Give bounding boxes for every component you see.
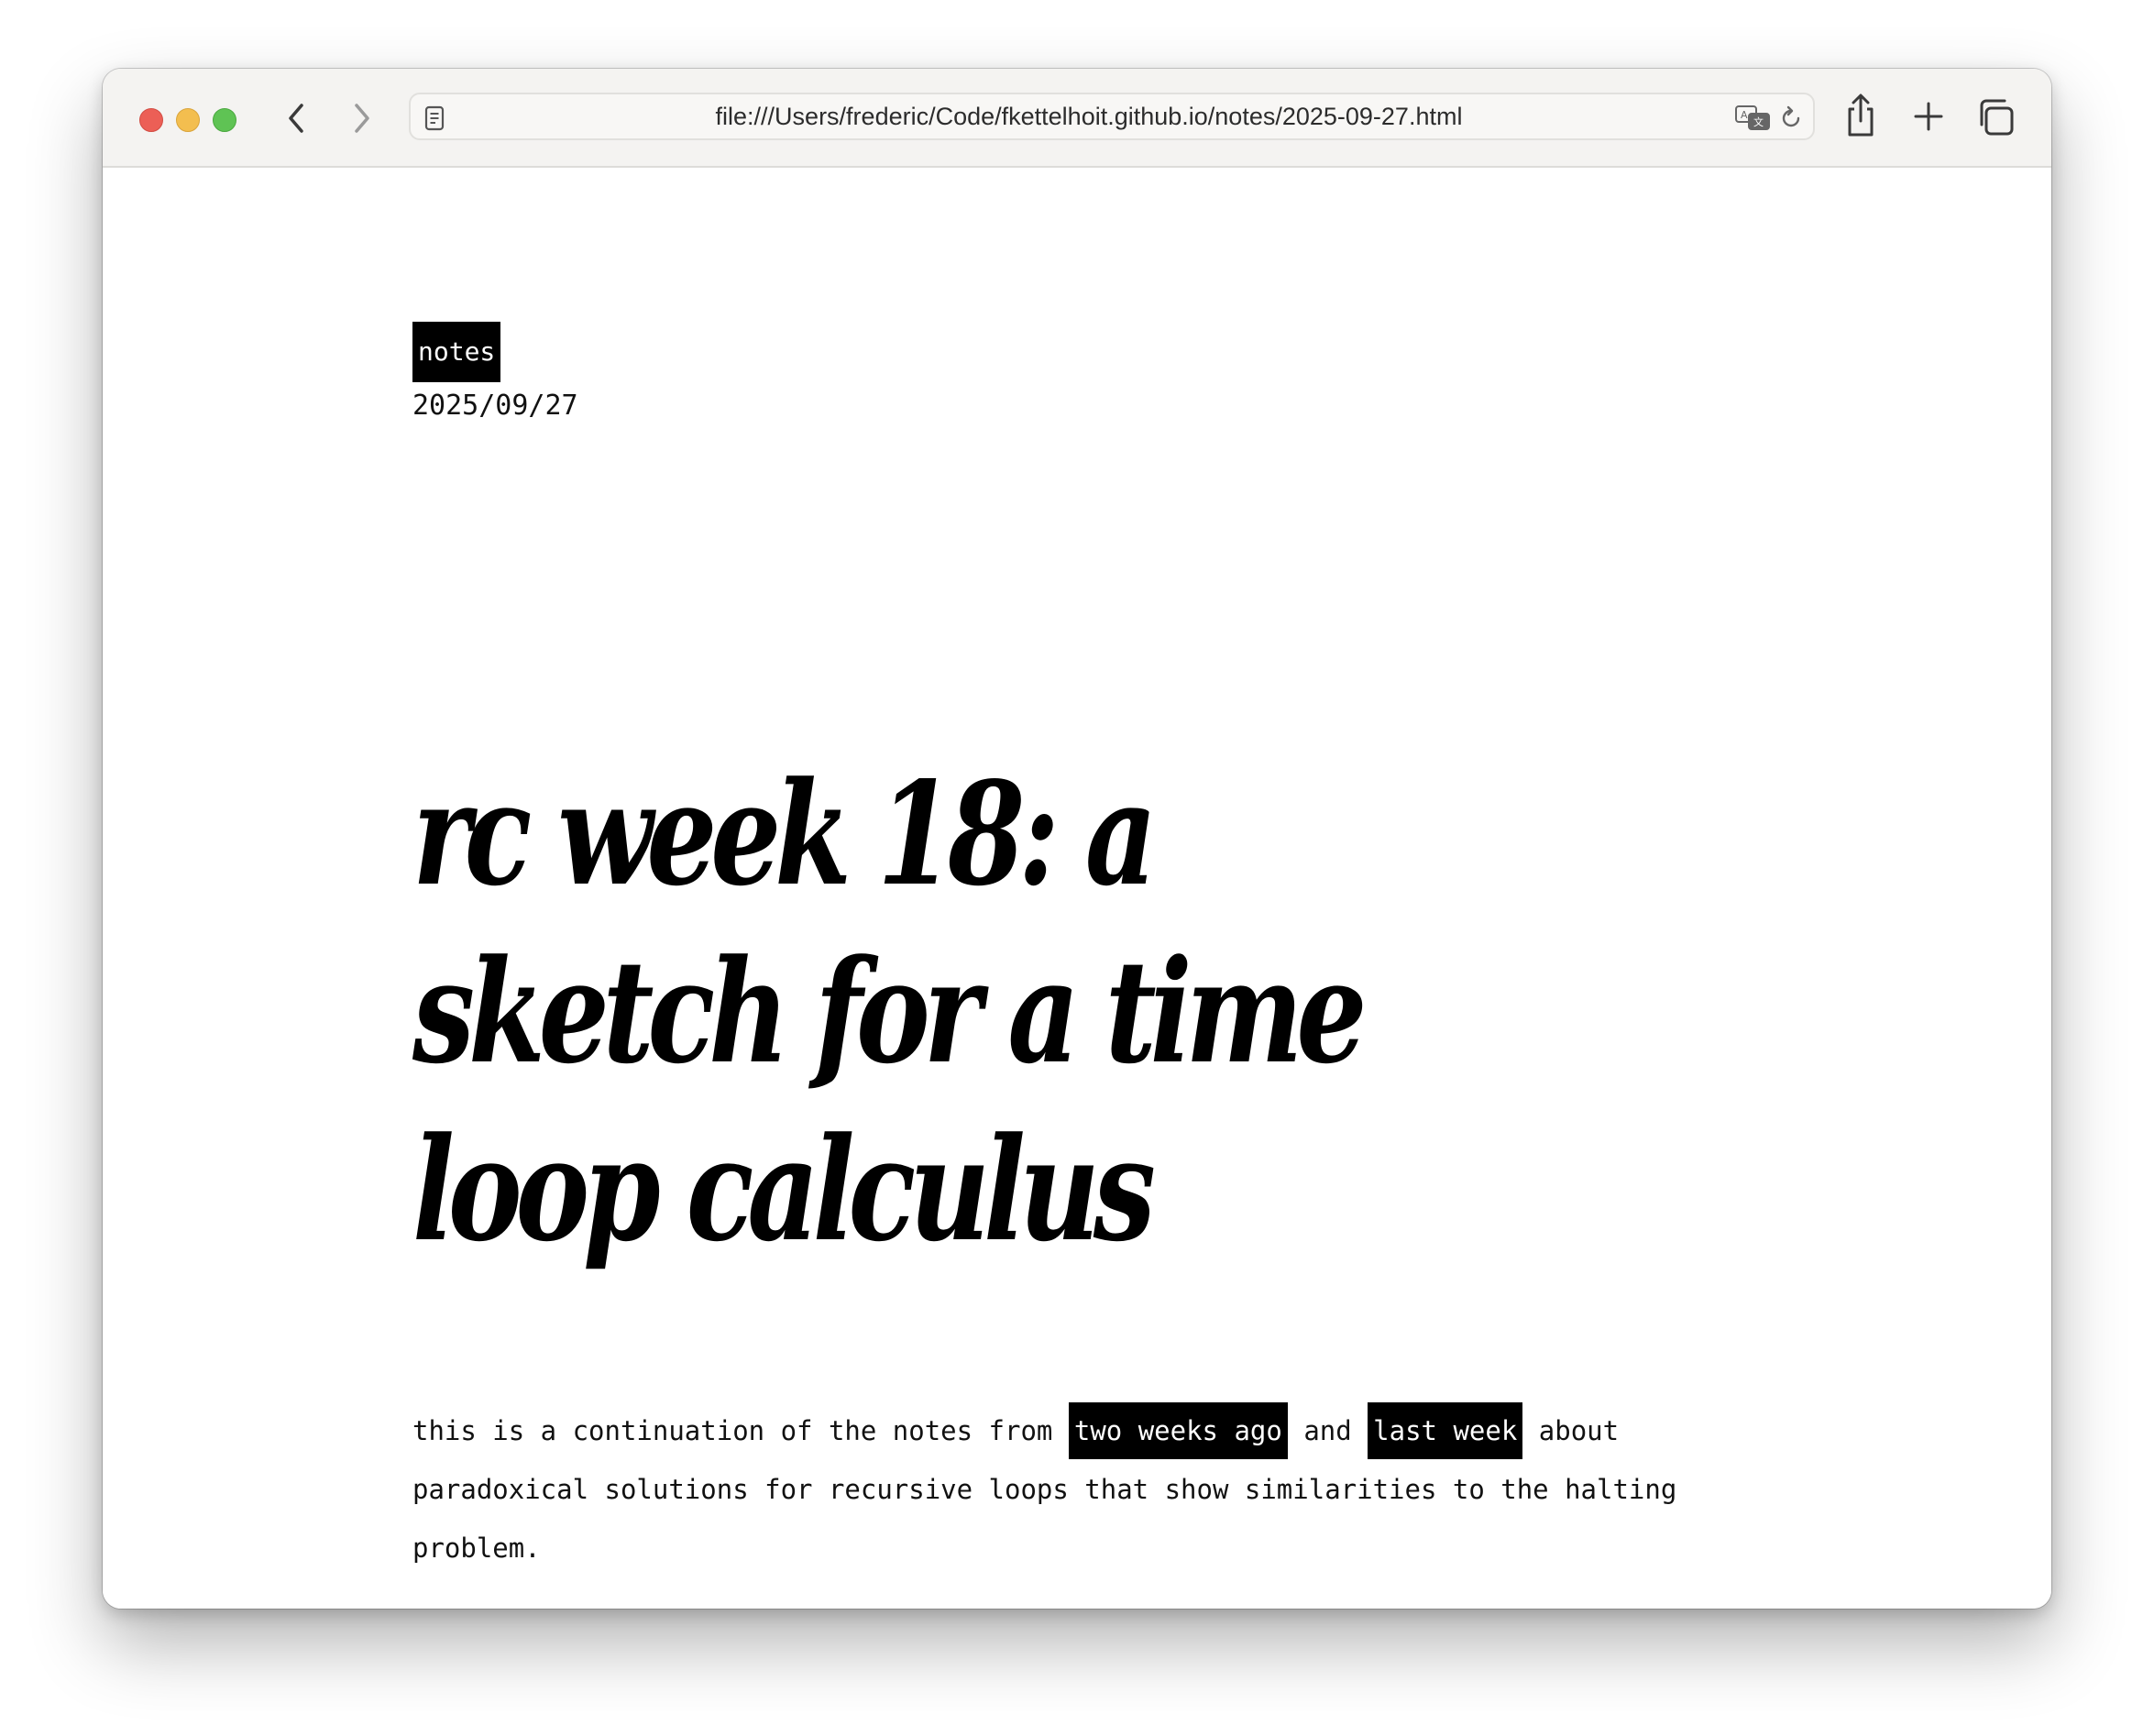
svg-text:A: A	[1741, 109, 1748, 121]
page-content: notes 2025/09/27 rc week 18: a sketch fo…	[103, 168, 2051, 1609]
url-text[interactable]: file:///Users/frederic/Code/fkettelhoit.…	[466, 94, 1712, 138]
minimize-window-button[interactable]	[176, 108, 200, 132]
tab-overview-button[interactable]	[1974, 94, 2020, 140]
browser-toolbar: file:///Users/frederic/Code/fkettelhoit.…	[103, 69, 2051, 168]
page-title: rc week 18: a sketch for a time loop cal…	[412, 750, 1367, 1273]
intro-text-before: this is a continuation of the notes from	[412, 1415, 1053, 1446]
intro-text-middle: and	[1303, 1415, 1352, 1446]
chevron-right-icon	[355, 104, 369, 133]
link-last-week[interactable]: last week	[1368, 1402, 1523, 1459]
link-two-weeks-ago[interactable]: two weeks ago	[1068, 1402, 1288, 1459]
zoom-window-button[interactable]	[213, 108, 236, 132]
address-bar[interactable]: file:///Users/frederic/Code/fkettelhoit.…	[409, 93, 1815, 140]
new-tab-button[interactable]	[1908, 96, 1949, 137]
page-icon[interactable]	[423, 105, 445, 131]
notes-tag[interactable]: notes	[412, 322, 501, 382]
svg-text:文: 文	[1753, 115, 1764, 128]
back-button[interactable]	[277, 96, 317, 140]
plus-icon	[1914, 102, 1943, 131]
post-date: 2025/09/27	[412, 390, 578, 422]
reload-icon[interactable]	[1778, 105, 1804, 131]
forward-button[interactable]	[341, 96, 381, 140]
chevron-left-icon	[289, 104, 303, 133]
translate-icon[interactable]: A 文	[1734, 104, 1771, 131]
share-icon	[1848, 93, 1874, 137]
tab-overview-icon	[1980, 99, 2014, 136]
intro-paragraph: this is a continuation of the notes from…	[412, 1401, 1714, 1577]
close-window-button[interactable]	[139, 108, 163, 132]
browser-window: file:///Users/frederic/Code/fkettelhoit.…	[103, 69, 2051, 1609]
share-button[interactable]	[1841, 91, 1881, 140]
